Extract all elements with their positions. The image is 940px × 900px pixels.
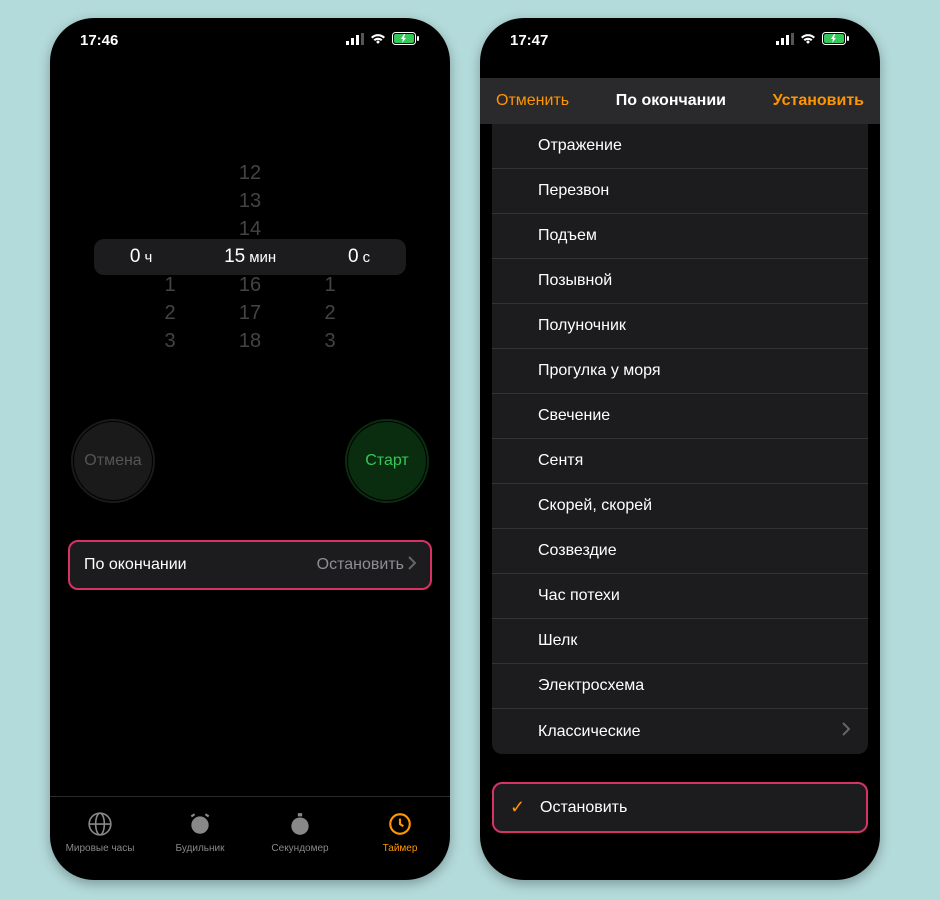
chevron-right-icon: [408, 556, 416, 575]
minutes-unit: мин: [249, 249, 276, 266]
sound-item[interactable]: Прогулка у моря: [492, 349, 868, 394]
sound-item[interactable]: Созвездие: [492, 529, 868, 574]
sound-item[interactable]: Скорей, скорей: [492, 484, 868, 529]
end-label: По окончании: [84, 556, 187, 574]
battery-icon: [822, 32, 850, 49]
status-icons: [346, 32, 420, 49]
signal-icon: [776, 32, 794, 49]
wifi-icon: [370, 32, 386, 49]
status-time: 17:46: [80, 32, 118, 49]
stop-playing-section: ✓ Остановить: [492, 782, 868, 833]
sound-item[interactable]: Час потехи: [492, 574, 868, 619]
cancel-button[interactable]: Отмена: [74, 422, 152, 500]
status-bar: 17:46: [50, 18, 450, 62]
time-picker[interactable]: 0ч 15мин 0с · 1 2 3 12 13 14 · 16 17 18: [50, 152, 450, 362]
sound-item[interactable]: Свечение: [492, 394, 868, 439]
sound-item[interactable]: Электросхема: [492, 664, 868, 709]
timer-icon: [387, 811, 413, 840]
hours-unit: ч: [144, 249, 152, 266]
tab-timer[interactable]: Таймер: [350, 797, 450, 868]
stop-playing-item[interactable]: ✓ Остановить: [494, 784, 866, 831]
end-value: Остановить: [317, 556, 416, 575]
sound-item[interactable]: Подъем: [492, 214, 868, 259]
globe-icon: [87, 811, 113, 840]
cancel-button[interactable]: Отменить: [496, 92, 569, 110]
alarm-icon: [187, 811, 213, 840]
sound-item-classic[interactable]: Классические: [492, 709, 868, 754]
timer-body: 0ч 15мин 0с · 1 2 3 12 13 14 · 16 17 18: [50, 62, 450, 880]
stopwatch-icon: [287, 811, 313, 840]
sound-item[interactable]: Отражение: [492, 124, 868, 169]
sound-item[interactable]: Полуночник: [492, 304, 868, 349]
status-bar: 17:47: [480, 18, 880, 62]
button-row: Отмена Старт: [50, 422, 450, 500]
start-button[interactable]: Старт: [348, 422, 426, 500]
tab-world-clock[interactable]: Мировые часы: [50, 797, 150, 868]
signal-icon: [346, 32, 364, 49]
battery-icon: [392, 32, 420, 49]
tab-bar: Мировые часы Будильник Секундомер Таймер: [50, 796, 450, 880]
status-time: 17:47: [510, 32, 548, 49]
seconds-unit: с: [363, 249, 371, 266]
chevron-right-icon: [842, 722, 850, 741]
checkmark-icon: ✓: [510, 797, 528, 818]
modal-header: Отменить По окончании Установить: [480, 78, 880, 124]
when-timer-ends-row[interactable]: По окончании Остановить: [68, 540, 432, 590]
tab-stopwatch[interactable]: Секундомер: [250, 797, 350, 868]
sound-item[interactable]: Сентя: [492, 439, 868, 484]
sound-item[interactable]: Шелк: [492, 619, 868, 664]
modal-title: По окончании: [616, 92, 726, 110]
hours-value: 0: [130, 246, 141, 267]
picker-selected: 0ч 15мин 0с: [94, 239, 406, 275]
status-icons: [776, 32, 850, 49]
sound-list[interactable]: Отражение Перезвон Подъем Позывной Полун…: [492, 124, 868, 754]
seconds-value: 0: [348, 246, 359, 267]
set-button[interactable]: Установить: [773, 92, 864, 110]
wifi-icon: [800, 32, 816, 49]
sound-item[interactable]: Позывной: [492, 259, 868, 304]
sound-item[interactable]: Перезвон: [492, 169, 868, 214]
phone-sound-picker: 17:47 Отменить По окончании Установить О…: [480, 18, 880, 880]
minutes-value: 15: [224, 246, 245, 267]
phone-timer: 17:46 0ч 15мин 0с · 1: [50, 18, 450, 880]
tab-alarm[interactable]: Будильник: [150, 797, 250, 868]
